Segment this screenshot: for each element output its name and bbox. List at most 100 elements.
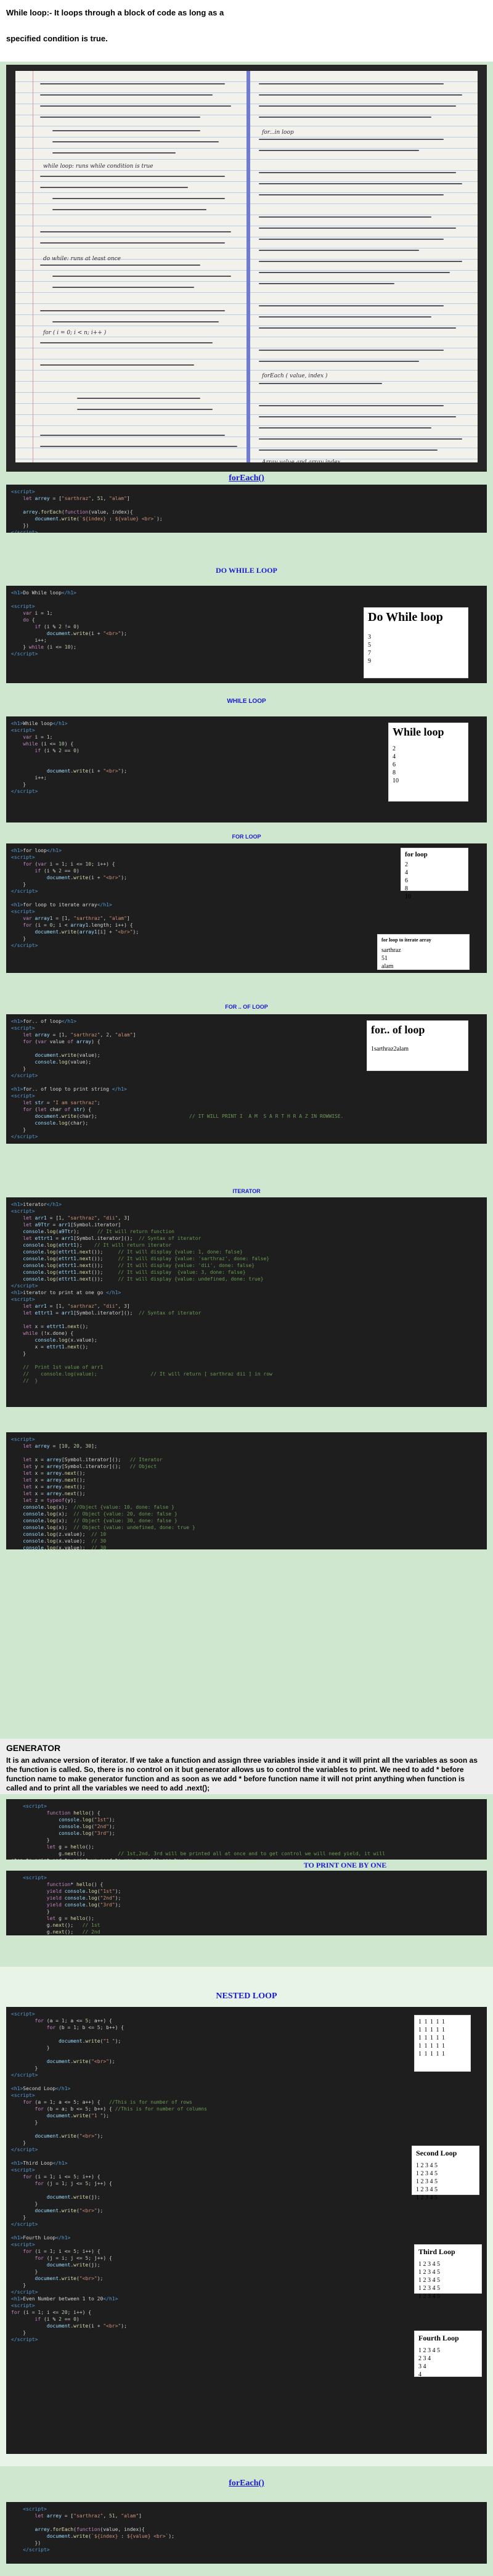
- output-line: 1 2 3 4 5: [416, 2162, 438, 2169]
- output-line: 1 1 1 1 1: [418, 2027, 446, 2033]
- handwriting-stroke: [259, 117, 431, 118]
- handwriting-stroke: [259, 361, 419, 362]
- output-line: 1 1 1 1 1: [418, 2043, 446, 2049]
- handwriting-stroke: [40, 187, 188, 188]
- output-line: 4: [393, 753, 396, 760]
- handwriting-stroke: [40, 231, 231, 232]
- output-line: 1 2 3 4 5: [416, 2194, 438, 2201]
- handwriting-stroke: [259, 216, 431, 218]
- output-line: 1 2 3 4 5: [418, 2277, 440, 2284]
- handwriting-stroke: [40, 105, 231, 107]
- handwriting-stroke: [259, 183, 462, 184]
- output-line: 2: [405, 861, 408, 868]
- output-line: 1 2 3 4 5: [418, 2293, 440, 2300]
- handwriting-stroke: [259, 416, 456, 417]
- output-line: 8: [393, 769, 396, 776]
- handwriting-stroke: [259, 139, 444, 140]
- output-line: 51: [381, 955, 388, 962]
- code-block-foreach-2: <script> let arrey = ["sarthraz", 51, "a…: [6, 2502, 487, 2564]
- code-block-iterator: <h1>iterator</h1> <script> let arr1 = [1…: [6, 1197, 487, 1407]
- handwriting-stroke: [259, 316, 431, 318]
- handwriting-stroke: [52, 152, 176, 154]
- output-line: 8: [405, 885, 408, 892]
- output-line: 7: [368, 650, 371, 657]
- handwriting-stroke: [77, 409, 213, 410]
- heading-for-loop: FOR LOOP: [232, 834, 261, 840]
- handwriting-stroke: [40, 117, 200, 118]
- handwriting-stroke: [259, 305, 444, 306]
- output-line: 9: [368, 658, 371, 665]
- handwriting-stroke: [259, 83, 444, 84]
- output-line: 1 2 3 4 5: [416, 2170, 438, 2177]
- handwriting-stroke: [40, 310, 225, 311]
- handwriting-stroke: [259, 272, 450, 273]
- handwritten-note: for...in loop: [262, 129, 294, 136]
- handwriting-stroke: [40, 364, 194, 366]
- code-block-generator: <script> function hello() { console.log(…: [6, 1799, 487, 1860]
- handwritten-note: while loop: runs while condition is true: [43, 163, 153, 170]
- handwritten-note: Array value and array index: [262, 459, 341, 462]
- output-line: 1sarthraz2alam: [371, 1046, 409, 1052]
- output-line: 10: [393, 777, 399, 784]
- output-line: 1 2 3 4 5: [418, 2347, 440, 2354]
- handwriting-stroke: [259, 405, 444, 406]
- handwriting-stroke: [40, 265, 200, 266]
- handwriting-stroke: [77, 398, 200, 399]
- heading-generator: GENERATOR: [6, 1743, 61, 1753]
- notebook-photo: while loop: runs while condition is true…: [6, 65, 487, 472]
- page: While loop:- It loops through a block of…: [0, 0, 493, 2576]
- handwriting-stroke: [40, 176, 225, 177]
- heading-print-one-by-one: TO PRINT ONE BY ONE: [303, 1861, 387, 1869]
- handwriting-stroke: [259, 383, 382, 384]
- output-while: While loop 2 4 6 8 10: [388, 723, 468, 802]
- output-line: sarthraz: [381, 947, 401, 954]
- handwriting-stroke: [259, 194, 444, 195]
- handwriting-stroke: [259, 449, 438, 451]
- handwriting-stroke: [259, 239, 444, 240]
- output-nested-first: 1 1 1 1 1 1 1 1 1 1 1 1 1 1 1 1 1 1 1 1 1 1 …: [414, 2015, 471, 2072]
- output-line: 2: [393, 745, 396, 752]
- output-line: 4: [418, 2371, 422, 2378]
- handwriting-stroke: [259, 150, 419, 151]
- output-line: 4: [405, 869, 408, 876]
- output-line: 10: [405, 893, 411, 900]
- output-line: 3 4: [418, 2363, 426, 2370]
- handwriting-stroke: [40, 446, 237, 447]
- output-line: 1 2 3 4 5: [418, 2285, 440, 2292]
- intro-line-2: specified condition is true.: [6, 34, 108, 43]
- heading-while: WHILE LOOP: [227, 698, 266, 705]
- output-for-of: for.. of loop 1sarthraz2alam: [367, 1020, 468, 1071]
- handwriting-stroke: [259, 283, 394, 284]
- handwriting-stroke: [52, 198, 225, 199]
- handwriting-stroke: [52, 130, 200, 131]
- handwriting-stroke: [259, 350, 444, 351]
- output-line: alam: [381, 963, 394, 970]
- generator-description: It is an advance version of iterator. If…: [6, 1756, 478, 1792]
- handwritten-note: forEach ( value, index ): [262, 373, 328, 379]
- heading-iterator: ITERATOR: [232, 1188, 261, 1194]
- output-line: 1 2 3 4 5: [416, 2178, 438, 2185]
- intro-line-1: While loop:- It loops through a block of…: [6, 8, 224, 17]
- handwritten-note: for ( i = 0; i < n; i++ ): [43, 330, 107, 336]
- output-line: 1 1 1 1 1: [418, 2051, 446, 2057]
- handwriting-stroke: [259, 228, 456, 229]
- handwriting-stroke: [259, 105, 456, 107]
- handwriting-stroke: [259, 261, 462, 262]
- heading-for-of: FOR .. OF LOOP: [225, 1004, 268, 1010]
- output-line: 3: [368, 634, 371, 641]
- output-line: 1 2 3 4 5: [418, 2269, 440, 2276]
- output-line: 1 2 3 4 5: [416, 2186, 438, 2193]
- handwriting-stroke: [52, 321, 219, 322]
- handwriting-stroke: [259, 172, 456, 173]
- handwriting-stroke: [259, 427, 431, 429]
- output-second-loop: Second Loop 1 2 3 4 51 2 3 4 51 2 3 4 51…: [412, 2146, 479, 2201]
- handwritten-note: do while: runs at least once: [43, 256, 121, 262]
- handwriting-stroke: [40, 83, 225, 84]
- heading-do-while: DO WHILE LOOP: [216, 566, 277, 575]
- output-fourth-loop: Fourth Loop 1 2 3 4 52 3 43 44: [414, 2331, 482, 2378]
- heading-foreach: forEach(): [229, 474, 264, 483]
- handwriting-stroke: [40, 94, 213, 96]
- output-do-while: Do While loop 3579: [364, 607, 468, 678]
- output-line: 1 1 1 1 1: [418, 2019, 446, 2025]
- output-line: 6: [405, 877, 408, 884]
